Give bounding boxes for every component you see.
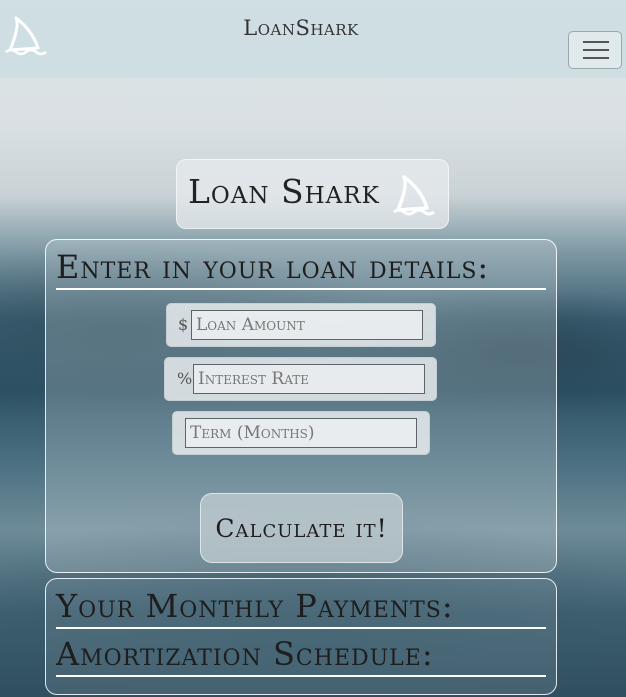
hamburger-menu-line <box>583 57 609 59</box>
monthly-payments-heading: Your Monthly Payments: <box>56 587 546 629</box>
page-title: Loan Shark <box>188 172 380 211</box>
menu-toggle-button[interactable] <box>568 31 622 69</box>
term-group <box>172 411 430 455</box>
loan-amount-input[interactable] <box>191 310 423 340</box>
calculate-button[interactable]: Calculate it! <box>200 493 403 563</box>
loan-form-card: Enter in your loan details: $ % Calculat… <box>45 239 557 573</box>
results-card: Your Monthly Payments: Amortization Sche… <box>45 578 557 695</box>
shark-fin-icon <box>393 175 435 216</box>
amortization-schedule-heading: Amortization Schedule: <box>56 635 546 677</box>
loan-amount-group: $ <box>166 303 436 347</box>
title-card: Loan Shark <box>176 159 449 229</box>
brand-name[interactable]: LoanShark <box>0 16 602 40</box>
interest-rate-input[interactable] <box>193 364 425 394</box>
percent-sign-addon: % <box>177 369 193 388</box>
dollar-sign-addon: $ <box>178 315 189 334</box>
hamburger-menu-icon <box>583 41 609 43</box>
hamburger-menu-line <box>583 49 609 51</box>
interest-rate-group: % <box>164 357 437 401</box>
loan-details-heading: Enter in your loan details: <box>56 248 546 290</box>
term-months-input[interactable] <box>185 418 417 448</box>
top-navbar: LoanShark <box>0 0 626 78</box>
